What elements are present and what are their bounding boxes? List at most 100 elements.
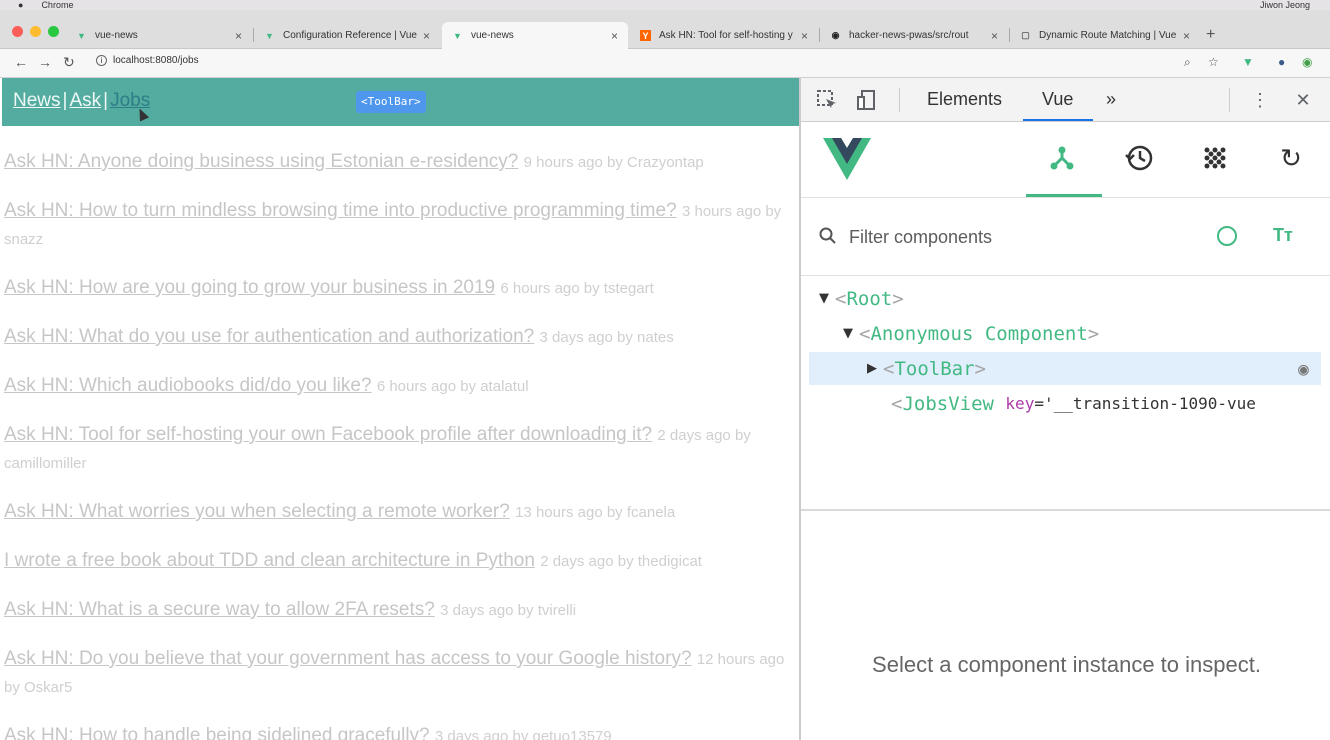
- tag-bracket: <: [859, 322, 871, 345]
- extension-globe-icon[interactable]: ●: [1278, 55, 1285, 69]
- collapsed-arrow-icon[interactable]: ▶: [867, 361, 883, 376]
- component-name: Root: [846, 287, 893, 310]
- job-meta: 3 days ago by nates: [539, 329, 674, 346]
- browser-tab[interactable]: ▢ Dynamic Route Matching | Vue ×: [1010, 22, 1200, 49]
- tag-bracket: >: [1087, 322, 1100, 345]
- nav-link-news[interactable]: News: [13, 90, 61, 111]
- vuex-icon[interactable]: [1199, 142, 1231, 174]
- job-title-link[interactable]: Ask HN: What is a secure way to allow 2F…: [4, 599, 435, 620]
- extension-green-icon[interactable]: ◉: [1302, 55, 1312, 69]
- expanded-arrow-icon[interactable]: ▼: [843, 326, 859, 341]
- nav-link-ask[interactable]: Ask: [69, 90, 101, 111]
- tree-node-toolbar[interactable]: ▶ < ToolBar > ◉: [809, 352, 1321, 385]
- jobs-list: Ask HN: Anyone doing business using Esto…: [4, 148, 794, 740]
- search-icon[interactable]: ⌕: [1184, 55, 1191, 70]
- job-title-link[interactable]: Ask HN: How to turn mindless browsing ti…: [4, 200, 677, 221]
- device-toolbar-icon[interactable]: [855, 88, 879, 112]
- close-devtools-icon[interactable]: ✕: [1291, 88, 1315, 112]
- component-name: ToolBar: [894, 357, 975, 380]
- tag-bracket: <: [883, 357, 895, 380]
- job-title-link[interactable]: I wrote a free book about TDD and clean …: [4, 550, 535, 571]
- browser-tab[interactable]: ◉ hacker-news-pwas/src/rout ×: [820, 22, 1008, 49]
- close-tab-icon[interactable]: ×: [801, 29, 808, 43]
- format-names-icon[interactable]: Tт: [1273, 225, 1293, 246]
- close-tab-icon[interactable]: ×: [611, 29, 618, 43]
- browser-tab[interactable]: ▼ vue-news ×: [66, 22, 252, 49]
- panel-divider[interactable]: [801, 509, 1330, 511]
- vue-active-tab-indicator: [1026, 194, 1102, 197]
- job-meta: 13 hours ago by fcanela: [515, 504, 676, 521]
- history-icon[interactable]: [1123, 142, 1155, 174]
- close-tab-icon[interactable]: ×: [235, 29, 242, 43]
- vue-devtools-header: ↻: [801, 122, 1330, 198]
- browser-tab[interactable]: Y Ask HN: Tool for self-hosting y ×: [630, 22, 818, 49]
- inspect-placeholder: Select a component instance to inspect.: [872, 652, 1261, 677]
- menubar-app-name[interactable]: Chrome: [41, 0, 73, 10]
- info-icon[interactable]: i: [96, 55, 107, 66]
- job-title-link[interactable]: Ask HN: How to handle being sidelined gr…: [4, 725, 430, 740]
- attr-value: ='__transition-1090-vue: [1034, 394, 1256, 413]
- reload-icon[interactable]: ↻: [63, 54, 75, 71]
- vue-favicon-icon: ▼: [77, 30, 86, 41]
- vue-devtools-extension-icon[interactable]: ▼: [1242, 55, 1254, 69]
- forward-arrow-icon[interactable]: →: [38, 54, 52, 70]
- close-tab-icon[interactable]: ×: [1183, 29, 1190, 43]
- vue-favicon-icon: ▼: [453, 30, 462, 41]
- job-meta: 6 hours ago by atalatul: [376, 378, 529, 395]
- browser-tab-active[interactable]: ▼ vue-news ×: [442, 22, 628, 49]
- tab-vue[interactable]: Vue: [1042, 89, 1073, 110]
- tree-node-root[interactable]: ▼ < Root >: [819, 282, 904, 315]
- filter-bar: Tт: [801, 198, 1330, 276]
- expanded-arrow-icon[interactable]: ▼: [819, 291, 835, 306]
- close-tab-icon[interactable]: ×: [423, 29, 430, 43]
- active-tab-indicator: [1023, 119, 1093, 121]
- url-field[interactable]: i localhost:8080/jobs: [96, 55, 199, 66]
- devtools-panel: Elements Vue » ⋮ ✕ ↻ Tт: [799, 78, 1330, 740]
- job-title-link[interactable]: Ask HN: How are you going to grow your b…: [4, 277, 495, 298]
- refresh-icon[interactable]: ↻: [1275, 142, 1307, 174]
- tree-node-anonymous[interactable]: ▼ < Anonymous Component >: [843, 317, 1099, 350]
- job-meta: 9 hours ago by Crazyontap: [523, 154, 704, 171]
- tree-node-jobsview[interactable]: < JobsView key ='__transition-1090-vue: [891, 387, 1256, 420]
- job-title-link[interactable]: Ask HN: Tool for self-hosting your own F…: [4, 424, 652, 445]
- new-tab-icon[interactable]: +: [1206, 26, 1215, 44]
- tab-title: Ask HN: Tool for self-hosting y: [659, 30, 793, 41]
- job-title-link[interactable]: Ask HN: Do you believe that your governm…: [4, 648, 692, 669]
- devtools-tabbar: Elements Vue » ⋮ ✕: [801, 78, 1330, 122]
- list-item: Ask HN: What is a secure way to allow 2F…: [4, 596, 794, 624]
- list-item: Ask HN: How are you going to grow your b…: [4, 274, 794, 302]
- select-component-target-icon[interactable]: [1217, 226, 1237, 246]
- list-item: Ask HN: Tool for self-hosting your own F…: [4, 421, 794, 477]
- job-title-link[interactable]: Ask HN: Which audiobooks did/do you like…: [4, 375, 372, 396]
- components-tab-icon[interactable]: [1046, 142, 1078, 174]
- nav-separator: |: [103, 90, 109, 111]
- tab-title: vue-news: [471, 30, 514, 41]
- job-title-link[interactable]: Ask HN: What do you use for authenticati…: [4, 326, 534, 347]
- list-item: Ask HN: What worries you when selecting …: [4, 498, 794, 526]
- filter-components-input[interactable]: [849, 224, 1189, 250]
- list-item: I wrote a free book about TDD and clean …: [4, 547, 794, 575]
- component-name: Anonymous Component: [870, 322, 1088, 345]
- component-name: JobsView: [902, 392, 994, 415]
- more-tabs-icon[interactable]: »: [1106, 89, 1116, 110]
- tab-elements[interactable]: Elements: [927, 89, 1002, 110]
- close-window-button[interactable]: [12, 26, 23, 37]
- menubar-user[interactable]: Jiwon Jeong: [1260, 0, 1330, 10]
- job-meta: 6 hours ago by tstegart: [500, 280, 654, 297]
- attr-name: key: [1005, 394, 1035, 413]
- job-meta: 2 days ago by thedigicat: [540, 553, 702, 570]
- tab-title: Dynamic Route Matching | Vue: [1039, 30, 1177, 41]
- back-arrow-icon[interactable]: ←: [14, 54, 28, 70]
- minimize-window-button[interactable]: [30, 26, 41, 37]
- inspect-element-icon[interactable]: [815, 88, 839, 112]
- job-title-link[interactable]: Ask HN: What worries you when selecting …: [4, 501, 510, 522]
- page-favicon-icon: ▢: [1021, 30, 1030, 40]
- job-title-link[interactable]: Ask HN: Anyone doing business using Esto…: [4, 151, 518, 172]
- browser-tab[interactable]: ▼ Configuration Reference | Vue ×: [254, 22, 440, 49]
- maximize-window-button[interactable]: [48, 26, 59, 37]
- eye-icon[interactable]: ◉: [1298, 359, 1309, 380]
- close-tab-icon[interactable]: ×: [991, 29, 998, 43]
- apple-icon[interactable]: ●: [18, 0, 23, 10]
- kebab-menu-icon[interactable]: ⋮: [1248, 88, 1272, 112]
- bookmark-star-icon[interactable]: ☆: [1208, 55, 1219, 69]
